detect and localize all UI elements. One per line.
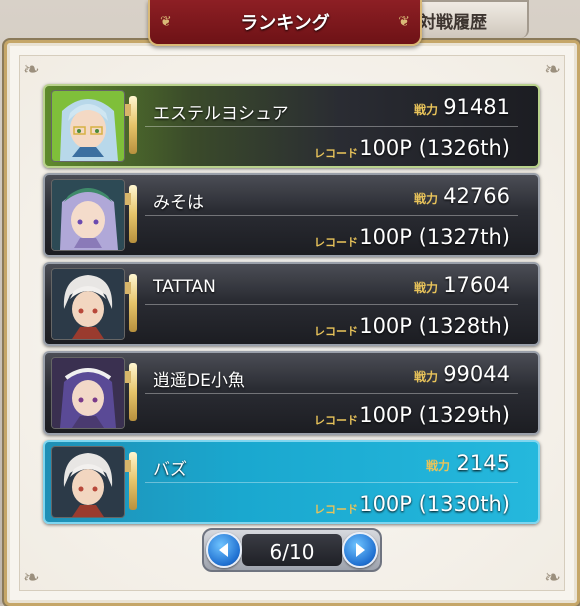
ranking-row[interactable]: バズ 戦力 2145 レコード 100P (1330th) — [43, 440, 540, 524]
tab-battle-history-label: 対戦履歴 — [419, 13, 487, 33]
power-label: 戦力 — [413, 192, 438, 206]
avatar — [51, 179, 125, 251]
player-name: エステルヨシュア — [153, 104, 289, 124]
tab-ranking[interactable]: ❦ ランキング ❦ — [148, 0, 422, 46]
row-accent-tab — [125, 282, 131, 294]
avatar — [51, 90, 125, 162]
ornament-right-icon: ❦ — [398, 14, 410, 30]
row-divider — [145, 215, 518, 216]
row-divider — [145, 304, 518, 305]
row-divider — [145, 393, 518, 394]
power-label: 戦力 — [425, 459, 450, 473]
ranking-row[interactable]: エステルヨシュア 戦力 91481 レコード 100P (1326th) — [43, 84, 540, 168]
power-value: 17604 — [443, 273, 510, 297]
record-label: レコード — [314, 414, 358, 427]
page-indicator: 6/10 — [242, 534, 342, 566]
power-label: 戦力 — [413, 103, 438, 117]
row-accent-tab — [125, 193, 131, 205]
player-name: バズ — [153, 460, 187, 480]
record-label: レコード — [314, 147, 358, 160]
ranking-row[interactable]: TATTAN 戦力 17604 レコード 100P (1328th) — [43, 262, 540, 346]
record-label: レコード — [314, 503, 358, 516]
row-accent-tab — [125, 460, 131, 472]
avatar — [51, 357, 125, 429]
page-number: 6/10 — [269, 540, 315, 564]
record-value: 100P (1326th) — [359, 136, 510, 160]
power-value: 91481 — [443, 95, 510, 119]
row-accent-tab — [125, 371, 131, 383]
power-value: 2145 — [456, 451, 510, 475]
corner-ornament-icon: ❧ — [544, 57, 561, 81]
player-name: 逍遥DE小魚 — [153, 371, 245, 391]
record-value: 100P (1329th) — [359, 403, 510, 427]
corner-ornament-icon: ❧ — [544, 565, 561, 589]
row-accent-tab — [125, 104, 131, 116]
row-divider — [145, 482, 518, 483]
power-label: 戦力 — [413, 370, 438, 384]
record-value: 100P (1328th) — [359, 314, 510, 338]
avatar — [51, 446, 125, 518]
row-divider — [145, 126, 518, 127]
record-label: レコード — [314, 236, 358, 249]
player-name: TATTAN — [153, 277, 216, 297]
ranking-row[interactable]: 逍遥DE小魚 戦力 99044 レコード 100P (1329th) — [43, 351, 540, 435]
corner-ornament-icon: ❧ — [23, 565, 40, 589]
avatar — [51, 268, 125, 340]
player-name: みそは — [153, 193, 204, 213]
tab-ranking-label: ランキング — [240, 13, 330, 34]
record-value: 100P (1327th) — [359, 225, 510, 249]
right-arrow-icon — [356, 543, 365, 557]
record-value: 100P (1330th) — [359, 492, 510, 516]
record-label: レコード — [314, 325, 358, 338]
ranking-row[interactable]: みそは 戦力 42766 レコード 100P (1327th) — [43, 173, 540, 257]
pagination: 6/10 — [202, 528, 382, 572]
left-arrow-icon — [219, 543, 228, 557]
prev-page-button[interactable] — [206, 532, 242, 568]
power-label: 戦力 — [413, 281, 438, 295]
power-value: 42766 — [443, 184, 510, 208]
corner-ornament-icon: ❧ — [23, 57, 40, 81]
power-value: 99044 — [443, 362, 510, 386]
next-page-button[interactable] — [342, 532, 378, 568]
